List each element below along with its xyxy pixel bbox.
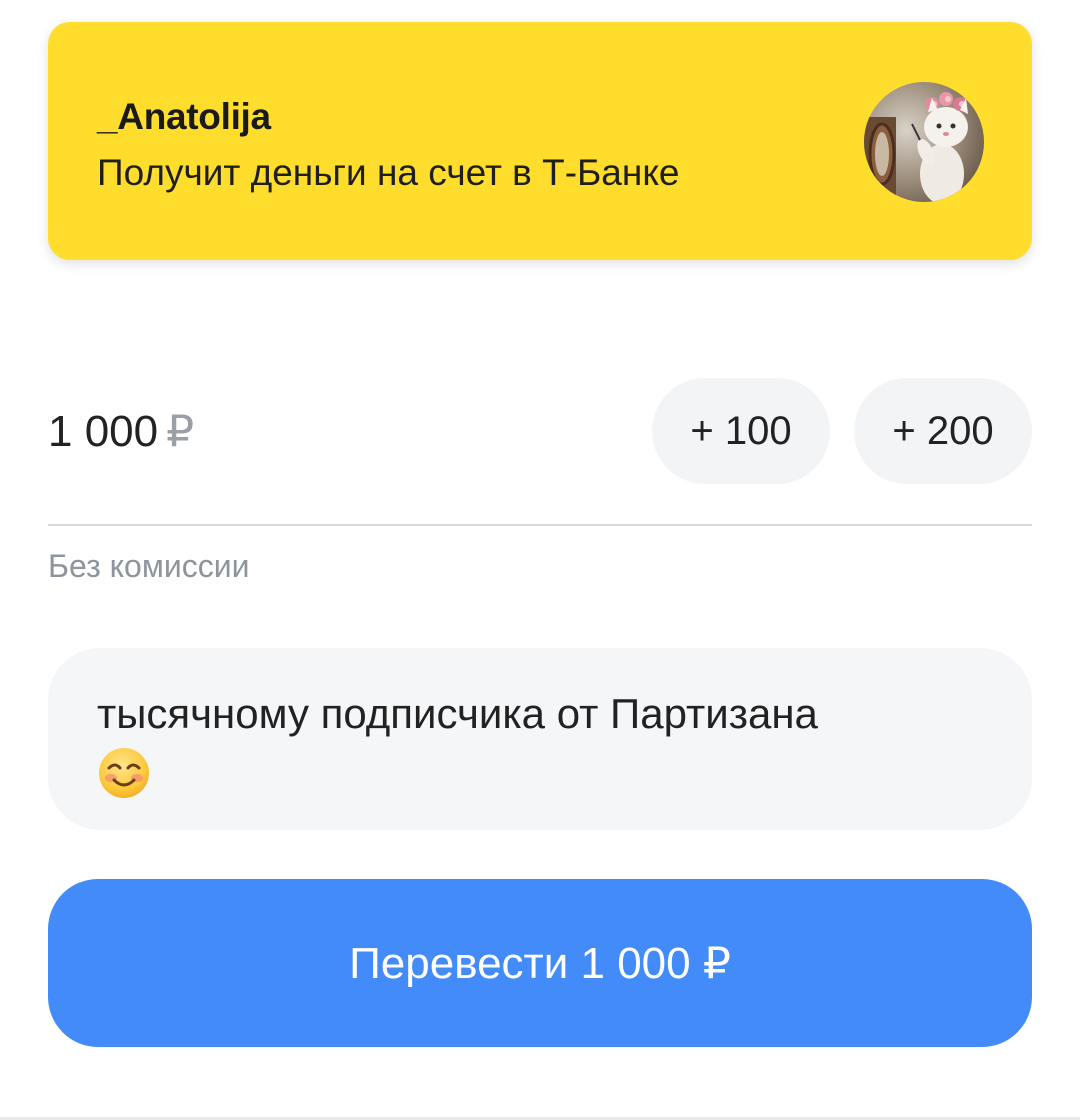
- message-text: тысячному подписчика от Партизана: [97, 686, 987, 800]
- amount-input[interactable]: 1 000 ₽: [48, 406, 194, 457]
- amount-row: 1 000 ₽ + 100 + 200: [48, 378, 1032, 484]
- amount-divider: [48, 524, 1032, 526]
- message-field[interactable]: тысячному подписчика от Партизана: [48, 648, 1032, 830]
- avatar-cat-image: [864, 82, 984, 202]
- currency-symbol: ₽: [166, 407, 195, 456]
- recipient-card[interactable]: _Anatolija Получит деньги на счет в Т-Ба…: [48, 22, 1032, 260]
- message-text-content: тысячному подписчика от Партизана: [97, 690, 818, 737]
- quick-add-100-button[interactable]: + 100: [652, 378, 830, 484]
- smiling-face-emoji-icon: [97, 746, 151, 800]
- transfer-button[interactable]: Перевести 1 000 ₽: [48, 879, 1032, 1047]
- recipient-subtitle: Получит деньги на счет в Т-Банке: [97, 152, 680, 193]
- avatar: [864, 82, 984, 202]
- quick-add-200-button[interactable]: + 200: [854, 378, 1032, 484]
- fee-note: Без комиссии: [48, 548, 250, 584]
- amount-value: 1 000: [48, 407, 159, 456]
- transfer-page: _Anatolija Получит деньги на счет в Т-Ба…: [0, 0, 1080, 1120]
- recipient-name: _Anatolija: [97, 96, 271, 137]
